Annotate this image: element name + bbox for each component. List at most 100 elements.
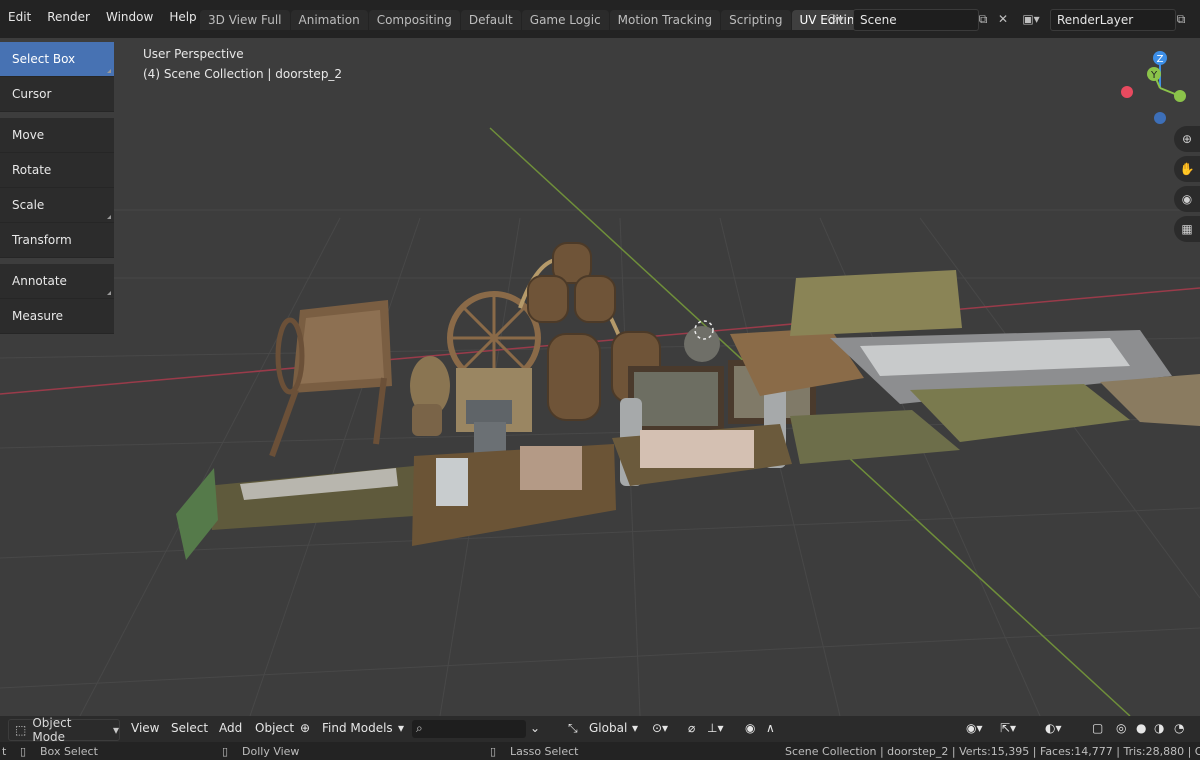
doorstep-center-model[interactable] [412,444,616,546]
pan-hand-icon[interactable]: ✋ [1174,156,1200,182]
gizmo-y-label: Y [1150,70,1158,81]
tab-3d-view-full[interactable]: 3D View Full [200,10,290,30]
rendered-shading-icon[interactable]: ◔ [1174,721,1184,735]
tab-animation[interactable]: Animation [290,10,368,30]
tool-label: Transform [12,233,72,247]
viewport-overlay-text: User Perspective (4) Scene Collection | … [143,44,342,84]
proportional-edit-icon[interactable]: ◉ [745,721,755,735]
main-menu: Edit Render Window Help [0,10,205,24]
tab-compositing[interactable]: Compositing [368,10,460,30]
gizmo-neg-z-axis[interactable] [1154,112,1166,124]
xray-icon[interactable]: ▢ [1092,721,1103,735]
tool-scale[interactable]: Scale [0,188,114,223]
find-models-dropdown[interactable]: Find Models [322,721,393,735]
object-menu[interactable]: Object [255,721,294,735]
status-box-select: Box Select [40,745,98,758]
gizmo-z-label: Z [1157,54,1164,65]
tool-label: Cursor [12,87,52,101]
render-layer-field[interactable]: RenderLayer [1050,9,1176,31]
mouse-right-icon: ▯ [490,745,497,758]
select-menu[interactable]: Select [171,721,208,735]
tool-label: Select Box [12,52,76,66]
menu-edit[interactable]: Edit [0,10,39,24]
status-dolly-view: Dolly View [242,745,300,758]
add-menu[interactable]: Add [219,721,242,735]
top-bar: Edit Render Window Help 3D View Full Ani… [0,0,1200,38]
visibility-icon[interactable]: ◉▾ [966,721,983,735]
menu-help[interactable]: Help [161,10,204,24]
perspective-label: User Perspective [143,47,244,61]
status-left-partial: t [2,745,7,758]
copy-render-layer-icon[interactable]: ⧉ [1172,10,1190,28]
solid-shading-icon[interactable]: ● [1136,721,1146,735]
camera-icon[interactable]: ◉ [1174,186,1200,212]
copy-scene-icon[interactable]: ⧉ [974,10,992,28]
tool-annotate[interactable]: Annotate [0,264,114,299]
find-models-search-input[interactable]: ⌕ [412,720,526,738]
chevron-down-icon: ▾ [632,721,639,735]
tool-label: Annotate [12,274,67,288]
subtool-indicator [107,215,111,219]
delete-scene-icon[interactable]: ✕ [994,10,1012,28]
pivot-point-icon[interactable]: ⊙▾ [652,721,668,735]
overlays-icon[interactable]: ◐▾ [1045,721,1062,735]
viewport-scene [0,127,1200,716]
mossy-slab-1-model[interactable] [790,410,960,464]
gizmo-x-axis[interactable] [1174,90,1186,102]
tool-shelf: Select Box Cursor Move Rotate Scale Tran… [0,42,114,334]
3d-viewport[interactable]: Select Box Cursor Move Rotate Scale Tran… [0,38,1200,716]
tool-label: Rotate [12,163,52,177]
navigation-gizmo[interactable]: Z Y [1112,46,1192,126]
scene-name-field[interactable]: Scene [853,9,979,31]
tab-default[interactable]: Default [460,10,521,30]
cart-model[interactable] [269,300,392,458]
search-dropdown-icon[interactable]: ⌄ [530,721,540,735]
snap-target-icon[interactable]: ⊥▾ [707,721,723,735]
tab-motion-tracking[interactable]: Motion Tracking [609,10,721,30]
tool-measure[interactable]: Measure [0,299,114,334]
gizmo-neg-x-axis[interactable] [1121,86,1133,98]
tool-transform[interactable]: Transform [0,223,114,258]
tab-scripting[interactable]: Scripting [721,10,791,30]
mossy-slab-2-model[interactable] [910,384,1130,442]
bucket-model[interactable] [412,404,442,436]
status-lasso-select: Lasso Select [510,745,579,758]
tab-game-logic[interactable]: Game Logic [521,10,609,30]
menu-render[interactable]: Render [39,10,98,24]
lantern-model[interactable] [684,326,720,362]
workspace-tabs: 3D View Full Animation Compositing Defau… [200,10,863,30]
subtool-indicator [107,69,111,73]
render-layer-name: RenderLayer [1057,13,1134,27]
viewport-header: ⬚ Object Mode ▾ View Select Add Object ⊕… [0,716,1200,744]
search-icon: ⌕ [416,721,423,735]
object-mode-icon: ⬚ [15,723,27,737]
view-menu[interactable]: View [131,721,159,735]
status-scene-stats: Scene Collection | doorstep_2 | Verts:15… [785,745,1200,758]
tool-rotate[interactable]: Rotate [0,153,114,188]
transform-orientation-dropdown[interactable]: Global [589,721,627,735]
thatch-wall-model[interactable] [790,270,962,336]
snap-icon[interactable]: ⌀ [688,721,695,735]
grid-ortho-icon[interactable]: ▦ [1174,216,1200,242]
menu-window[interactable]: Window [98,10,161,24]
material-shading-icon[interactable]: ◑ [1154,721,1164,735]
globe-icon: ⊕ [300,721,311,735]
tool-move[interactable]: Move [0,118,114,153]
mouse-middle-icon: ▯ [222,745,229,758]
tool-label: Scale [12,198,45,212]
chevron-down-icon: ▾ [112,723,119,737]
zoom-icon[interactable]: ⊕ [1174,126,1200,152]
tool-cursor[interactable]: Cursor [0,77,114,112]
collection-label: (4) Scene Collection | doorstep_2 [143,67,343,81]
falloff-icon[interactable]: ∧ [766,721,775,735]
tool-select-box[interactable]: Select Box [0,42,114,77]
transform-orientation-icon: ⤡ [568,721,578,735]
chevron-down-icon: ▾ [398,721,405,735]
scene-browse-icon[interactable]: ⚇▾ [826,10,844,28]
render-layer-browse-icon[interactable]: ▣▾ [1022,10,1040,28]
scene-name: Scene [860,13,897,27]
object-mode-label: Object Mode [32,716,72,744]
gizmo-toggle-icon[interactable]: ⇱▾ [1000,721,1016,735]
object-mode-dropdown[interactable]: ⬚ Object Mode ▾ [8,716,120,744]
wireframe-shading-icon[interactable]: ◎ [1116,721,1126,735]
